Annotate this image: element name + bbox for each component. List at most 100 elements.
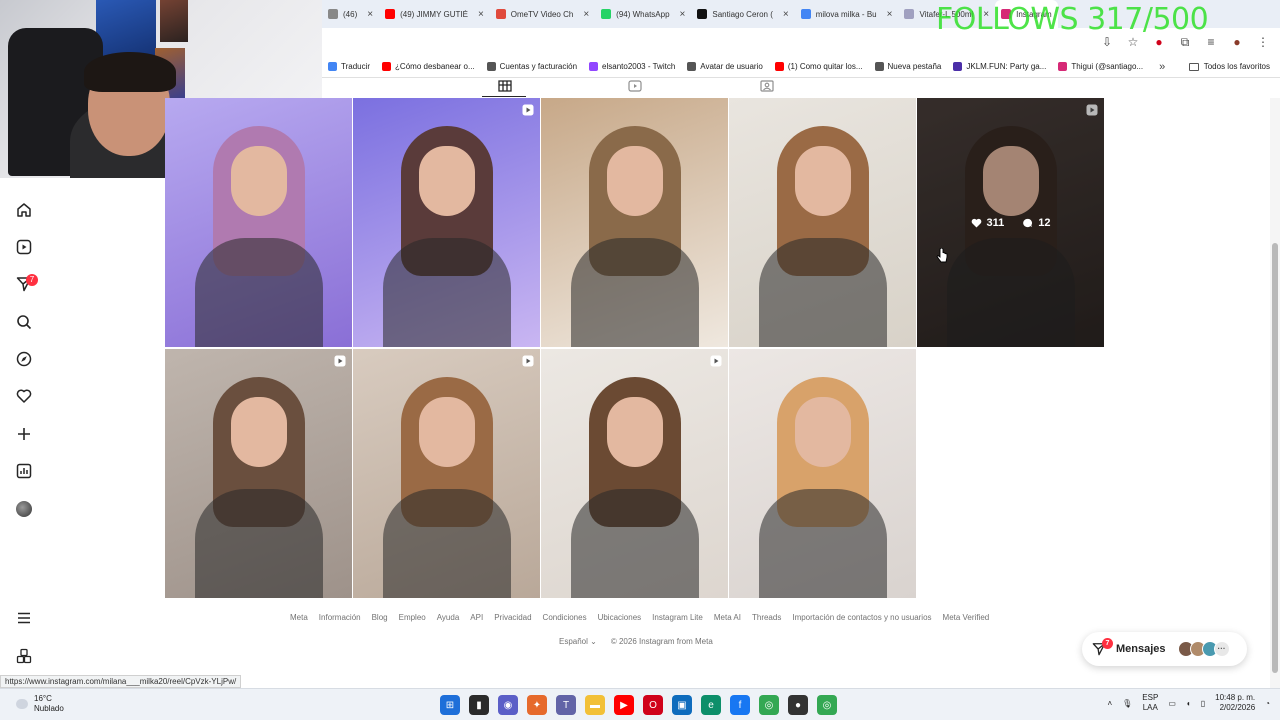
bookmark-item[interactable]: Nueva pestaña: [869, 62, 948, 71]
close-icon[interactable]: ×: [680, 9, 686, 20]
browser-tab[interactable]: (46) ×: [322, 0, 379, 28]
network-icon[interactable]: ▭: [1168, 699, 1176, 708]
chrome-icon[interactable]: ◎: [759, 695, 779, 715]
profile-avatar[interactable]: [14, 499, 34, 519]
file-explorer-icon[interactable]: ▬: [585, 695, 605, 715]
footer-link[interactable]: Privacidad: [494, 613, 531, 622]
footer-link[interactable]: Importación de contactos y no usuarios: [792, 613, 931, 622]
windows-start-icon[interactable]: ⊞: [440, 695, 460, 715]
browser-tab[interactable]: OmeTV Video Ch ×: [490, 0, 595, 28]
home-icon[interactable]: [14, 200, 34, 220]
bookmark-item[interactable]: Traducir: [322, 62, 376, 71]
obs-icon[interactable]: ●: [788, 695, 808, 715]
weather-widget[interactable]: 16°C Nublado: [16, 694, 64, 714]
browser-tab[interactable]: Santiago Ceron (×: [691, 0, 794, 28]
close-icon[interactable]: ×: [583, 9, 589, 20]
messages-button[interactable]: 7 Mensajes ···: [1082, 632, 1247, 666]
store-icon[interactable]: ▣: [672, 695, 692, 715]
footer-link[interactable]: Empleo: [399, 613, 426, 622]
opera-extension-icon[interactable]: ●: [1152, 35, 1166, 49]
all-bookmarks[interactable]: Todos los favoritos: [1188, 62, 1270, 71]
footer-link[interactable]: Condiciones: [543, 613, 587, 622]
post-thumbnail[interactable]: [165, 98, 352, 347]
close-icon[interactable]: ×: [478, 9, 484, 20]
reels-icon[interactable]: [14, 237, 34, 257]
browser-tab[interactable]: (94) WhatsApp ×: [595, 0, 691, 28]
footer-link[interactable]: Instagram Lite: [652, 613, 703, 622]
post-thumbnail[interactable]: 311 12: [917, 98, 1104, 347]
explore-icon[interactable]: [14, 349, 34, 369]
chevron-up-icon[interactable]: ˄: [1107, 699, 1112, 708]
reels-tab-icon[interactable]: [628, 80, 642, 92]
browser-menu-icon[interactable]: ⋮: [1256, 35, 1270, 49]
footer-link[interactable]: Meta Verified: [943, 613, 990, 622]
bookmark-item[interactable]: ¿Cómo desbanear o...: [376, 62, 481, 71]
posts-grid-icon[interactable]: [498, 80, 512, 92]
footer-link[interactable]: Ubicaciones: [598, 613, 642, 622]
post-thumbnail[interactable]: [729, 98, 916, 347]
post-subject-face: [419, 397, 475, 467]
bookmark-item[interactable]: Avatar de usuario: [681, 62, 769, 71]
opera-icon[interactable]: O: [643, 695, 663, 715]
browser-tab[interactable]: milova milka - Bu ×: [795, 0, 899, 28]
bookmarks-overflow-icon[interactable]: »: [1159, 61, 1165, 73]
microphone-icon[interactable]: 🎙: [1122, 699, 1132, 708]
close-icon[interactable]: ×: [367, 9, 373, 20]
clock[interactable]: 10:48 p. m. 2/02/2026: [1215, 693, 1255, 713]
footer-link[interactable]: Ayuda: [437, 613, 460, 622]
post-thumbnail[interactable]: [541, 349, 728, 598]
copilot-icon[interactable]: ✦: [527, 695, 547, 715]
webcam-poster: [96, 0, 156, 60]
volume-icon[interactable]: ◖: [1186, 699, 1191, 708]
footer-link[interactable]: Blog: [372, 613, 388, 622]
footer-bottom: Español ⌄ © 2026 Instagram from Meta: [559, 637, 713, 646]
bookmark-item[interactable]: (1) Como quitar los...: [769, 62, 869, 71]
search-icon[interactable]: [14, 312, 34, 332]
profile-icon[interactable]: ●: [1230, 35, 1244, 49]
edge-icon[interactable]: e: [701, 695, 721, 715]
bookmark-item[interactable]: JKLM.FUN: Party ga...: [947, 62, 1052, 71]
post-thumbnail[interactable]: [353, 98, 540, 347]
battery-icon[interactable]: ▯: [1201, 699, 1205, 708]
post-subject-face: [231, 146, 287, 216]
notifications-icon[interactable]: ◔: [1265, 699, 1270, 708]
create-icon[interactable]: [14, 424, 34, 444]
page-scrollbar[interactable]: [1270, 98, 1280, 688]
footer-link[interactable]: Información: [319, 613, 361, 622]
close-icon[interactable]: ×: [887, 9, 893, 20]
extensions-icon[interactable]: ⧉: [1178, 35, 1192, 49]
language-selector[interactable]: Español ⌄: [559, 637, 597, 646]
teams-icon[interactable]: T: [556, 695, 576, 715]
footer-link[interactable]: Meta AI: [714, 613, 741, 622]
chrome-profile-icon[interactable]: ◎: [817, 695, 837, 715]
browser-tab[interactable]: (49) JIMMY GUTIÉ ×: [379, 0, 490, 28]
input-language[interactable]: ESP LAA: [1142, 693, 1158, 713]
post-thumbnail[interactable]: [353, 349, 540, 598]
bookmark-label: (1) Como quitar los...: [787, 62, 863, 71]
bookmark-item[interactable]: Thigui (@santiago...: [1052, 62, 1149, 71]
post-subject-face: [231, 397, 287, 467]
post-thumbnail[interactable]: [165, 349, 352, 598]
facebook-icon[interactable]: f: [730, 695, 750, 715]
menu-icon[interactable]: [14, 608, 34, 628]
install-icon[interactable]: ⇩: [1100, 35, 1114, 49]
task-view-icon[interactable]: ▮: [469, 695, 489, 715]
heart-icon[interactable]: [14, 386, 34, 406]
close-icon[interactable]: ×: [783, 9, 789, 20]
bookmark-item[interactable]: elsanto2003 - Twitch: [583, 62, 681, 71]
footer-link[interactable]: Meta: [290, 613, 308, 622]
dashboard-icon[interactable]: [14, 461, 34, 481]
post-thumbnail[interactable]: [541, 98, 728, 347]
bookmark-star-icon[interactable]: ☆: [1126, 35, 1140, 49]
footer-link[interactable]: Threads: [752, 613, 781, 622]
threads-icon[interactable]: [14, 646, 34, 666]
tagged-tab-icon[interactable]: [760, 80, 774, 92]
post-thumbnail[interactable]: [729, 349, 916, 598]
bookmark-item[interactable]: Cuentas y facturación: [481, 62, 583, 71]
webcam-person-hair: [84, 52, 176, 92]
discord-icon[interactable]: ◉: [498, 695, 518, 715]
footer-link[interactable]: API: [470, 613, 483, 622]
scrollbar-thumb[interactable]: [1272, 243, 1278, 673]
media-queue-icon[interactable]: ≡: [1204, 35, 1218, 49]
youtube-icon[interactable]: ▶: [614, 695, 634, 715]
